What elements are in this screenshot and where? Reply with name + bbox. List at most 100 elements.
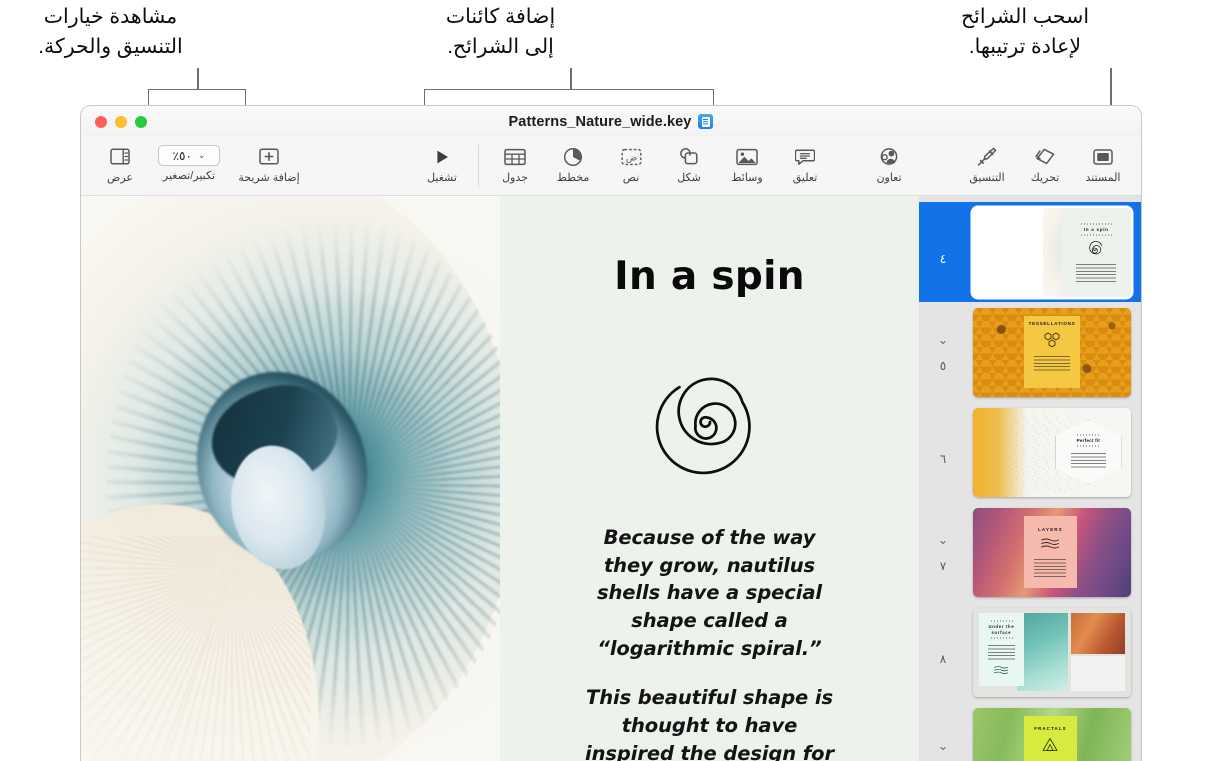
slide-thumbnail-8[interactable]: Under the surface ٨: [919, 602, 1141, 702]
thumb-dashrule-bottom: [990, 637, 1013, 640]
thumb-bodylines: [1034, 355, 1070, 372]
close-button[interactable]: [95, 115, 107, 128]
collaborate-icon: [878, 145, 900, 168]
plus-box-icon: [259, 145, 279, 168]
slide-thumbnail-9[interactable]: FRACTALS ⌄: [919, 702, 1141, 761]
comment-icon: [795, 145, 815, 168]
keynote-window: Patterns_Nature_wide.key المستند تحريك ا…: [80, 105, 1142, 761]
slide-number-8: ٨: [939, 652, 947, 666]
toolbar-button-animate[interactable]: تحريك: [1016, 141, 1074, 184]
thumb-title-6: Perfect fit: [1076, 437, 1101, 443]
toolbar-group-inspectors: المستند تحريك التنسيق: [958, 141, 1132, 184]
thumbnail-meta-5: ⌄ ٥: [925, 302, 961, 402]
chevron-down-icon-7[interactable]: ⌄: [938, 533, 949, 546]
toolbar-button-zoom[interactable]: ⌄ ٥٠٪ تكبير/تصغير: [149, 141, 229, 182]
toolbar-button-text[interactable]: ض نص: [602, 141, 660, 184]
thumb-card-9: FRACTALS: [1023, 716, 1078, 761]
thumbnail-image-9: FRACTALS: [973, 707, 1131, 761]
thumb-title-4: In a spin: [1083, 227, 1109, 233]
thumbnail-image-6: Perfect fit: [973, 407, 1131, 497]
thumbnail-image-7: LAYERS: [973, 507, 1131, 597]
thumb-title-5: TESSELLATIONS: [1028, 320, 1076, 326]
document-title: Patterns_Nature_wide.key: [508, 113, 692, 130]
thumbnail-meta-6: ٦: [925, 402, 961, 502]
view-panels-icon: [110, 145, 130, 168]
slide-text-column[interactable]: In a spin Because of the way they grow, …: [500, 196, 919, 761]
window-titlebar: Patterns_Nature_wide.key: [81, 106, 1141, 137]
toolbar-button-play[interactable]: تشغيل: [413, 141, 471, 184]
animate-icon: [1033, 145, 1057, 168]
slide-photo-nautilus[interactable]: [81, 196, 500, 761]
slide-thumbnail-4[interactable]: In a spin ٤: [919, 202, 1141, 302]
toolbar-label-document: المستند: [1085, 172, 1121, 184]
current-slide[interactable]: In a spin Because of the way they grow, …: [81, 196, 919, 761]
thumb-card-4: In a spin: [1065, 216, 1128, 287]
callout-drag-slides: اسحب الشرائح لإعادة ترتيبها.: [960, 5, 1090, 58]
chevron-down-icon-9[interactable]: ⌄: [938, 739, 949, 752]
slide-number-6: ٦: [939, 452, 947, 466]
thumb-dashrule-bottom: [1075, 444, 1101, 447]
toolbar-button-comment[interactable]: تعليق: [776, 141, 834, 184]
toolbar-label-format: التنسيق: [969, 172, 1005, 184]
maximize-button[interactable]: [135, 115, 147, 128]
thumb-dashrule-top: [1080, 223, 1113, 226]
toolbar-label-view: عرض: [107, 172, 133, 184]
thumb-title-8: Under the surface: [988, 623, 1015, 635]
toolbar-button-add-slide[interactable]: إضافة شريحة: [229, 141, 309, 184]
thumb-card-7: LAYERS: [1023, 516, 1078, 588]
zoom-dropdown[interactable]: ⌄ ٥٠٪: [158, 145, 220, 166]
toolbar-label-zoom: تكبير/تصغير: [162, 170, 216, 182]
toolbar-divider: [478, 145, 479, 187]
slide-title: In a spin: [614, 254, 805, 299]
chevron-down-icon-5[interactable]: ⌄: [938, 333, 949, 346]
slide-canvas-area[interactable]: In a spin Because of the way they grow, …: [81, 196, 919, 761]
toolbar-label-chart: مخطط: [556, 172, 590, 184]
slide-number-7: ٧: [939, 558, 947, 573]
table-icon: [504, 145, 526, 168]
toolbar-button-shape[interactable]: شكل: [660, 141, 718, 184]
slide-thumbnail-6[interactable]: Perfect fit ٦: [919, 402, 1141, 502]
toolbar-button-collaborate[interactable]: تعاون: [860, 141, 918, 184]
slide-thumbnail-7[interactable]: LAYERS ⌄ ٧: [919, 502, 1141, 602]
minimize-button[interactable]: [115, 115, 127, 128]
thumb-wavelines-icon: [1041, 538, 1060, 549]
toolbar-button-format[interactable]: التنسيق: [958, 141, 1016, 184]
window-controls[interactable]: [95, 106, 147, 137]
media-icon: [736, 145, 758, 168]
thumb-title-9: FRACTALS: [1034, 726, 1067, 732]
thumb-wavelines-icon-8: [994, 666, 1009, 675]
thumbnail-meta-8: ٨: [925, 602, 961, 702]
toolbar-button-chart[interactable]: مخطط: [544, 141, 602, 184]
screenshot-root: مشاهدة خيارات التنسيق والحركة. إضافة كائ…: [0, 0, 1221, 761]
zoom-value: ٥٠٪: [172, 148, 192, 163]
thumb-triangle-icon: [1043, 738, 1058, 752]
bracket-format-tools: [148, 89, 246, 105]
thumbnail-image-8: Under the surface: [973, 607, 1131, 697]
thumb-honeycomb-icon: [1044, 332, 1060, 347]
thumb-spiral-icon: [1089, 240, 1103, 254]
shape-icon: [679, 145, 700, 168]
thumb-canyon-photo: [1070, 612, 1125, 654]
toolbar-button-media[interactable]: وسائط: [718, 141, 776, 184]
toolbar-button-document[interactable]: المستند: [1074, 141, 1132, 184]
callout-add-objects: إضافة كائنات إلى الشرائح.: [445, 5, 556, 58]
thumb-bodylines: [1034, 559, 1067, 578]
toolbar-group-insert: تعليق وسائط شكل ض نص مخطط جدول: [486, 141, 834, 184]
document-title-group[interactable]: Patterns_Nature_wide.key: [509, 114, 714, 130]
document-icon: [1093, 145, 1113, 168]
callout-format-options: مشاهدة خيارات التنسيق والحركة.: [38, 5, 183, 58]
thumb-bodylines: [1070, 452, 1106, 469]
bracket-insert-tools: [424, 89, 714, 105]
toolbar-button-table[interactable]: جدول: [486, 141, 544, 184]
toolbar-label-shape: شكل: [677, 172, 701, 184]
toolbar-button-view[interactable]: عرض: [91, 141, 149, 184]
slide-thumbnail-5[interactable]: TESSELLATIONS ⌄ ٥: [919, 302, 1141, 402]
spiral-icon: [647, 359, 773, 490]
slide-number-4: ٤: [939, 252, 947, 266]
thumbnail-image-5: TESSELLATIONS: [973, 307, 1131, 397]
slide-navigator[interactable]: In a spin ٤ TESSELLATIONS ⌄ ٥ Perfect fi…: [919, 196, 1141, 761]
slide-number-5: ٥: [939, 358, 947, 373]
toolbar-label-add-slide: إضافة شريحة: [238, 172, 300, 184]
slide-paragraph-1: Because of the way they grow, nautilus s…: [597, 526, 822, 660]
thumbnail-meta-9: ⌄: [925, 702, 961, 761]
